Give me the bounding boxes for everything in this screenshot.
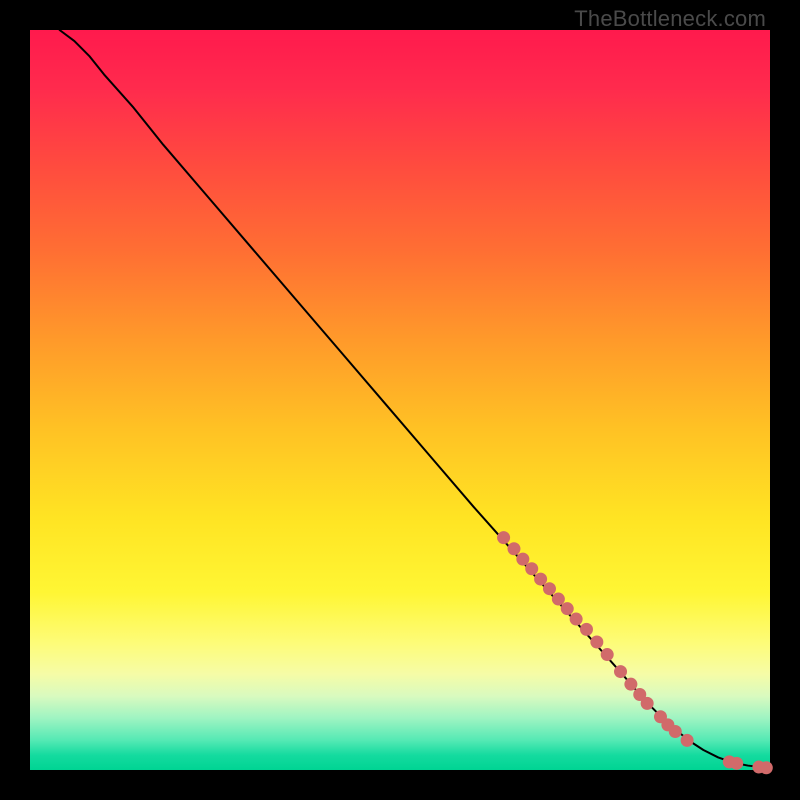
- curve-marker: [730, 757, 743, 770]
- watermark-label: TheBottleneck.com: [574, 6, 766, 32]
- chart-frame: TheBottleneck.com: [0, 0, 800, 800]
- curve-marker: [590, 635, 603, 648]
- curve-marker: [534, 573, 547, 586]
- curve-marker: [681, 734, 694, 747]
- curve-marker: [641, 697, 654, 710]
- curve-marker: [580, 623, 593, 636]
- curve-marker: [601, 648, 614, 661]
- curve-markers: [497, 531, 773, 774]
- curve-marker: [669, 725, 682, 738]
- curve-marker: [570, 613, 583, 626]
- curve-marker: [614, 665, 627, 678]
- curve-marker: [516, 553, 529, 566]
- curve-svg: [30, 30, 770, 770]
- curve-marker: [624, 678, 637, 691]
- bottleneck-curve-line: [60, 30, 770, 768]
- curve-marker: [507, 542, 520, 555]
- curve-marker: [497, 531, 510, 544]
- curve-marker: [760, 761, 773, 774]
- plot-area: [30, 30, 770, 770]
- curve-marker: [543, 582, 556, 595]
- curve-marker: [561, 602, 574, 615]
- curve-marker: [525, 562, 538, 575]
- curve-marker: [552, 593, 565, 606]
